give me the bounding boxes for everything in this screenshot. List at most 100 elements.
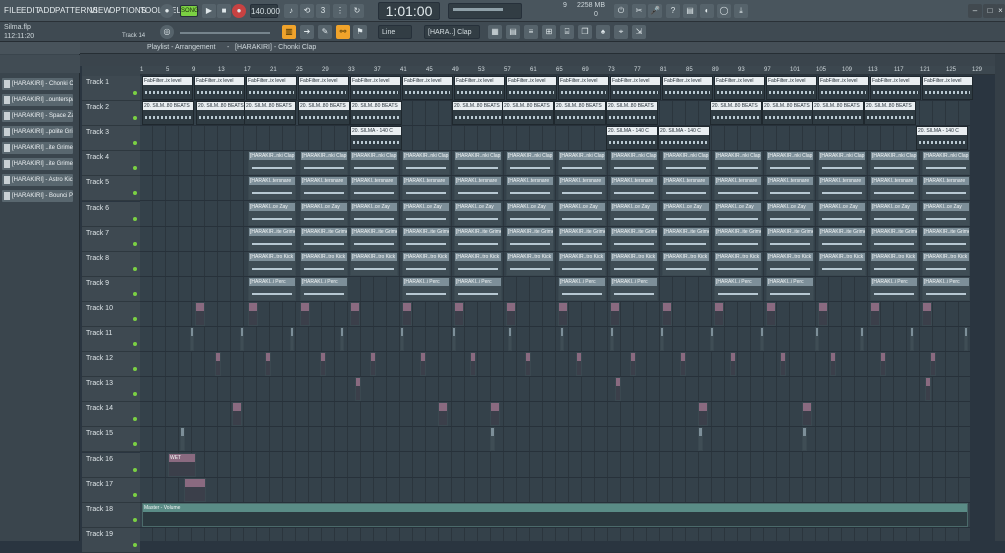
track-header[interactable]: Track 19 (82, 527, 140, 553)
clip[interactable] (340, 327, 344, 351)
track-enable-icon[interactable] (133, 141, 137, 146)
clip[interactable]: [HARAKIR..ite Grime (558, 226, 606, 251)
pattern-item[interactable]: [HARAKIRI] ..polite Grime (2, 126, 73, 138)
stamp-icon[interactable]: ⚑ (353, 25, 367, 39)
clip[interactable]: [HARAKIR..ite Grime (248, 226, 296, 251)
clip[interactable]: FabFilter..ix level (714, 76, 765, 100)
clip[interactable] (454, 301, 464, 326)
track-header[interactable]: Track 12 (82, 352, 140, 378)
clip[interactable]: FabFilter..ix level (402, 76, 453, 100)
clip[interactable]: [HARAKI..ce Zay (766, 201, 814, 226)
track-header[interactable]: Track 11 (82, 327, 140, 352)
clip[interactable]: 20. SILM..80 BEATS (298, 101, 350, 126)
clip[interactable] (290, 327, 294, 351)
track-lane[interactable] (140, 126, 970, 152)
loop-record-icon[interactable]: ↻ (350, 4, 364, 18)
clip[interactable]: 20. SILMA - 140 C (350, 126, 402, 151)
clip[interactable]: 20. SILM..80 BEATS (710, 101, 762, 126)
track-header[interactable]: Track 8 (82, 251, 140, 277)
clip[interactable]: [HARAKI..i Perc (714, 276, 762, 301)
clip[interactable] (698, 402, 708, 427)
clip[interactable]: [HARAKIR..tro Kick (558, 251, 606, 276)
track-header[interactable]: Track 2 (82, 101, 140, 127)
clip[interactable]: FabFilter..ix level (922, 76, 973, 100)
countdown-icon[interactable]: 3 (316, 4, 330, 18)
clip[interactable] (190, 327, 194, 351)
clip[interactable] (680, 352, 686, 377)
clip[interactable]: [HARAKIR..nki Clap (506, 151, 554, 176)
clip[interactable]: [HARAKI..i Perc (402, 276, 450, 301)
clip[interactable]: 20. SILM..80 BEATS (812, 101, 864, 126)
cut-icon[interactable]: ✂ (632, 4, 646, 18)
clip[interactable]: [HARAKIR..tro Kick (818, 251, 866, 276)
clip[interactable]: [HARAKIR..tro Kick (454, 251, 502, 276)
plugin-picker-icon[interactable]: ♠ (596, 25, 610, 39)
clip[interactable]: [HARAKIR..ite Grime (300, 226, 348, 251)
clip[interactable]: [HARAKI..i Perc (870, 276, 918, 301)
clip[interactable]: [HARAKI..ce Zay (818, 201, 866, 226)
snap-select[interactable]: Line (378, 25, 412, 39)
clip[interactable] (880, 352, 886, 377)
clip[interactable]: 20. SILM..80 BEATS (142, 101, 194, 126)
clip[interactable]: FabFilter..ix level (662, 76, 713, 100)
clip[interactable]: 20. SILM..80 BEATS (452, 101, 504, 126)
record-button[interactable]: ● (232, 4, 246, 18)
clip[interactable]: [HARAKI..tersnare (714, 176, 762, 201)
clip[interactable] (802, 402, 812, 427)
track-header[interactable]: Track 7 (82, 226, 140, 252)
clip[interactable]: 20. SILM..80 BEATS (350, 101, 402, 126)
clip[interactable]: [HARAKIR..nki Clap (870, 151, 918, 176)
download-icon[interactable]: ⤓ (734, 4, 748, 18)
stop-button[interactable]: ■ (217, 4, 231, 18)
clip[interactable] (610, 327, 614, 351)
timeline-ruler[interactable]: 1 5 9 13 17 21 25 29 33 37 41 45 49 53 57 61 65 69 73 77 81 8… (140, 66, 995, 75)
metronome-icon[interactable]: ♪ (284, 4, 298, 18)
clip[interactable]: [HARAKIR..nki Clap (714, 151, 762, 176)
track-header[interactable]: Track 13 (82, 377, 140, 403)
track-lane[interactable] (140, 327, 970, 352)
cart-icon[interactable]: ⇲ (632, 25, 646, 39)
track-enable-icon[interactable] (133, 166, 137, 171)
blend-notes-icon[interactable]: ⋮ (333, 4, 347, 18)
clip[interactable]: [HARAKI..i Perc (558, 276, 606, 301)
track-header[interactable]: Track 5 (82, 176, 140, 202)
pattern-item[interactable]: [HARAKIRI] ..ite Grime #3 (2, 158, 73, 170)
clip[interactable]: [HARAKIR..nki Clap (300, 151, 348, 176)
clip[interactable]: [HARAKI..tersnare (558, 176, 606, 201)
clip[interactable] (350, 301, 360, 326)
help-icon[interactable]: ? (666, 4, 680, 18)
clip[interactable] (964, 327, 968, 351)
clip[interactable]: FabFilter..ix level (350, 76, 401, 100)
clip[interactable]: [HARAKIR..ite Grime (610, 226, 658, 251)
clip[interactable] (860, 327, 864, 351)
clip[interactable]: [HARAKIR..ite Grime (714, 226, 762, 251)
piano-roll-icon[interactable]: ▥ (282, 25, 296, 39)
track-enable-icon[interactable] (133, 116, 137, 121)
clip[interactable]: [HARAKIR..tro Kick (870, 251, 918, 276)
clip[interactable]: [HARAKIR..nki Clap (402, 151, 450, 176)
clip[interactable]: [HARAKI..tersnare (922, 176, 970, 201)
clip[interactable] (184, 477, 206, 502)
clip[interactable]: [HARAKI..ce Zay (402, 201, 450, 226)
clip[interactable] (558, 301, 568, 326)
track-lane[interactable] (140, 402, 970, 428)
track-lane[interactable] (140, 528, 970, 553)
clip[interactable] (610, 301, 620, 326)
clip[interactable] (802, 427, 807, 452)
track-enable-icon[interactable] (133, 517, 137, 522)
clip[interactable]: [HARAKI..tersnare (350, 176, 398, 201)
playlist-icon[interactable]: ▦ (488, 25, 502, 39)
file-icon[interactable]: ❐ (578, 25, 592, 39)
track-header[interactable]: Track 18 (82, 502, 140, 528)
clip[interactable]: [HARAKI..tersnare (766, 176, 814, 201)
clip[interactable]: [HARAKI..ce Zay (558, 201, 606, 226)
track-enable-icon[interactable] (133, 392, 137, 397)
clip[interactable] (710, 327, 714, 351)
clip[interactable]: [HARAKIR..tro Kick (248, 251, 296, 276)
track-enable-icon[interactable] (133, 291, 137, 296)
browser-icon[interactable]: ⊞ (542, 25, 556, 39)
clip[interactable]: 20. SILM..80 BEATS (554, 101, 606, 126)
clip[interactable]: [HARAKIR..nki Clap (454, 151, 502, 176)
clip[interactable]: [HARAKI..ce Zay (506, 201, 554, 226)
clip[interactable]: [HARAKI..tersnare (870, 176, 918, 201)
